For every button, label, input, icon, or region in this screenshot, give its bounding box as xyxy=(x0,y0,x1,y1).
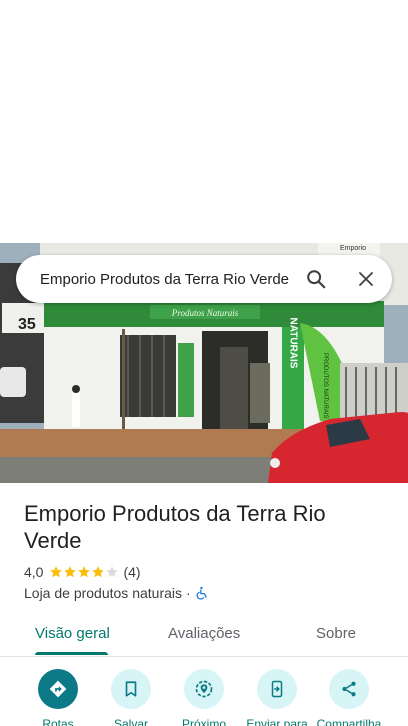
share-label: Compartilha xyxy=(316,717,382,726)
share-button-circle[interactable] xyxy=(329,669,369,709)
directions-button[interactable]: Rotas xyxy=(18,669,98,726)
tab-overview[interactable]: Visão geral xyxy=(35,612,110,654)
star-icon xyxy=(50,566,63,578)
tab-reviews[interactable]: Avaliações xyxy=(168,612,240,654)
hero-side-sign: NATURAIS xyxy=(288,318,299,369)
search-bar[interactable]: Emporio Produtos da Terra Rio Verde xyxy=(16,255,392,303)
review-count[interactable]: (4) xyxy=(123,564,140,580)
bookmark-icon xyxy=(125,681,137,697)
wheelchair-icon xyxy=(196,586,207,600)
star-icon xyxy=(92,566,105,578)
star-icon xyxy=(64,566,77,578)
save-button-circle[interactable] xyxy=(111,669,151,709)
place-page: Produtos Naturais Emporio 35 NATURAIS PR… xyxy=(0,0,408,726)
send-to-phone-button[interactable]: Enviar para xyxy=(237,669,317,726)
hero-sign-text: Produtos Naturais xyxy=(171,308,239,318)
star-icon xyxy=(78,566,91,578)
send-to-phone-label: Enviar para xyxy=(246,717,308,726)
place-category: Loja de produtos naturais xyxy=(24,585,182,601)
search-query[interactable]: Emporio Produtos da Terra Rio Verde xyxy=(40,271,290,288)
hero-corner-sign: Emporio xyxy=(340,245,366,252)
hero-left-number: 35 xyxy=(18,316,36,333)
action-row: Rotas Salvar Próximo Enviar para Compart… xyxy=(0,669,408,726)
tab-about[interactable]: Sobre xyxy=(316,612,356,654)
share-icon xyxy=(342,681,356,697)
tab-active-indicator xyxy=(35,652,108,655)
tab-bar: Visão geral Avaliações Sobre xyxy=(0,612,408,657)
directions-label: Rotas xyxy=(42,717,74,726)
separator-dot: · xyxy=(186,585,191,601)
save-button[interactable]: Salvar xyxy=(91,669,171,726)
search-button[interactable] xyxy=(298,261,334,297)
rating-stars xyxy=(49,565,119,579)
search-icon xyxy=(307,270,326,289)
directions-button-circle[interactable] xyxy=(38,669,78,709)
send-to-phone-icon xyxy=(271,680,283,698)
star-empty-icon xyxy=(106,566,119,578)
nearby-button[interactable]: Próximo xyxy=(164,669,244,726)
share-button[interactable]: Compartilha xyxy=(309,669,389,726)
nearby-button-circle[interactable] xyxy=(184,669,224,709)
rating-row[interactable]: 4,0 (4) xyxy=(24,563,141,581)
category-row: Loja de produtos naturais · xyxy=(24,584,209,602)
close-button[interactable] xyxy=(348,261,384,297)
rating-value: 4,0 xyxy=(24,564,44,580)
close-icon xyxy=(359,272,373,286)
send-to-phone-button-circle[interactable] xyxy=(257,669,297,709)
directions-icon xyxy=(49,680,67,698)
hero-flag-text: PRODUTOS NATURAIS xyxy=(322,353,328,418)
nearby-icon xyxy=(195,680,213,698)
place-title: Emporio Produtos da Terra Rio Verde xyxy=(24,501,326,553)
nearby-label: Próximo xyxy=(181,717,226,726)
save-label: Salvar xyxy=(113,717,148,726)
